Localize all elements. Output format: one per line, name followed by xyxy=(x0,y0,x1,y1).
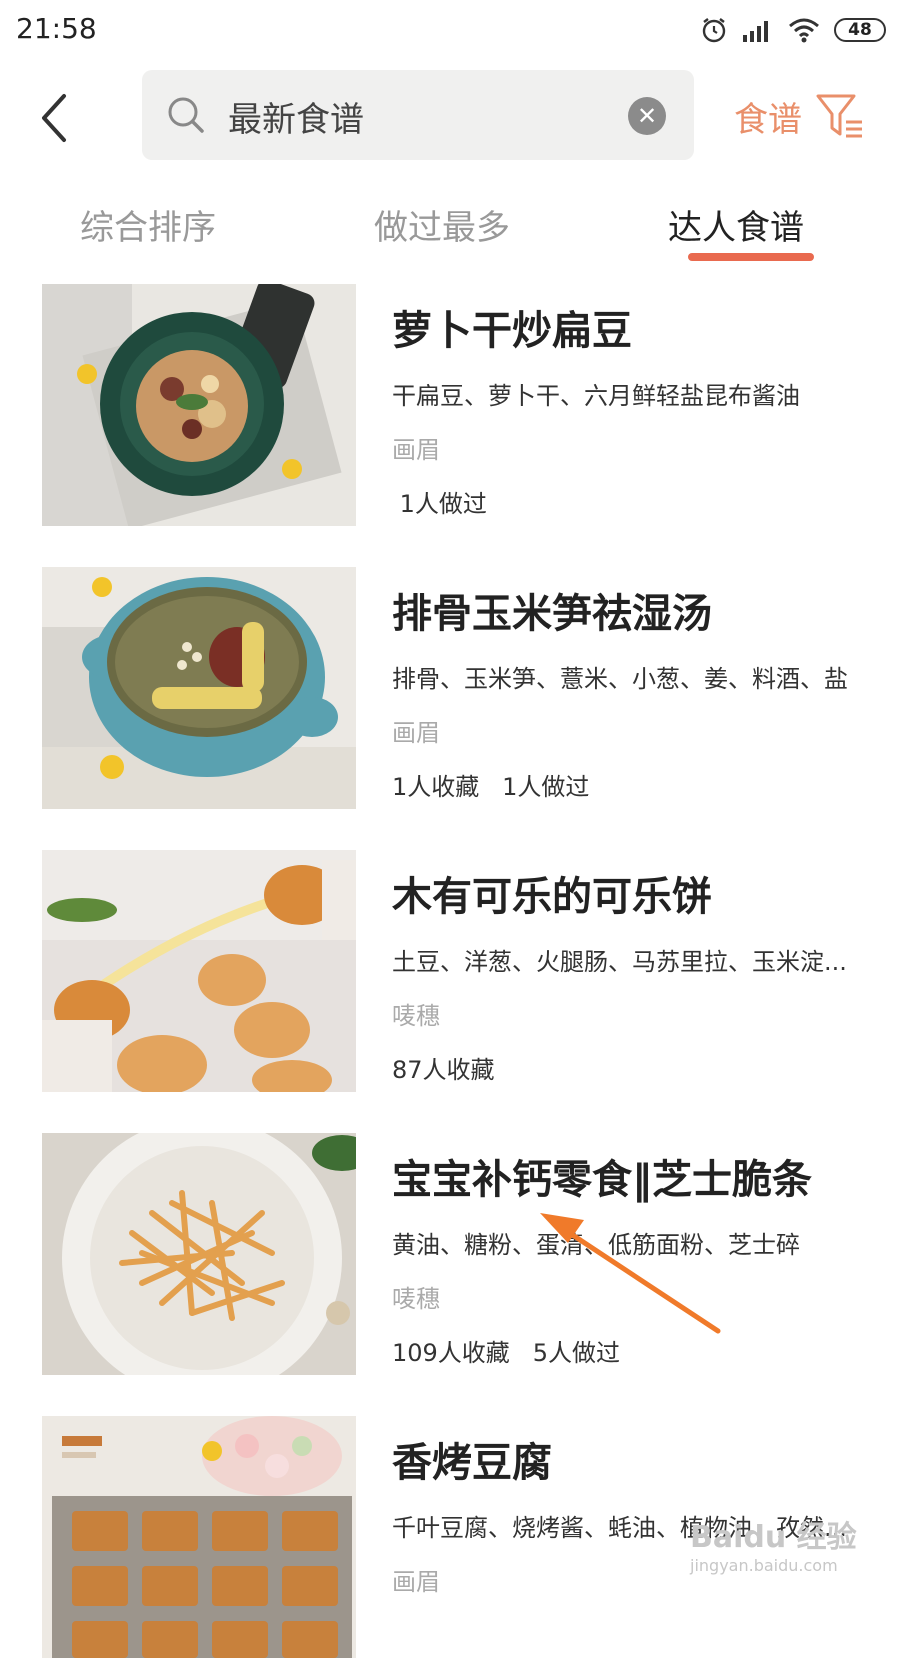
watermark-logo: Baidu 经验 xyxy=(690,1520,857,1555)
baidu-watermark: Baidu 经验 jingyan.baidu.com xyxy=(690,1512,857,1575)
annotation-arrow-icon xyxy=(540,1213,721,1334)
watermark-url: jingyan.baidu.com xyxy=(690,1556,838,1575)
